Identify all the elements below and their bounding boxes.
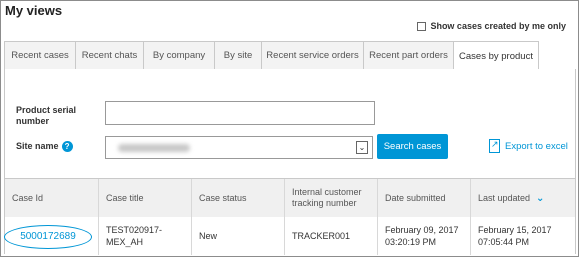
show-my-cases-toggle[interactable]: Show cases created by me only (417, 21, 566, 31)
cell-last-updated: February 15, 2017 07:05:44 PM (470, 217, 575, 255)
site-name-label: Site name? (16, 141, 73, 153)
column-header-case-title[interactable]: Case title (98, 179, 191, 217)
table-header: Case Id Case title Case status Internal … (5, 179, 575, 217)
cell-date-submitted: February 09, 2017 03:20:19 PM (377, 217, 470, 255)
cell-text: February 09, 2017 (385, 225, 459, 235)
view-tabs: Recent cases Recent chats By company By … (4, 41, 539, 71)
tab-recent-service-orders[interactable]: Recent service orders (261, 41, 364, 70)
my-views-widget: My views Show cases created by me only R… (0, 0, 579, 257)
serial-number-input[interactable] (105, 101, 375, 125)
chevron-down-icon[interactable]: ⌄ (536, 193, 544, 204)
cell-text: 07:05:44 PM (478, 237, 530, 247)
cell-text: New (199, 231, 218, 241)
cell-text: 03:20:19 PM (385, 237, 437, 247)
serial-label-line1: Product serial (16, 105, 77, 115)
tab-by-site[interactable]: By site (214, 41, 262, 70)
column-header-last-updated[interactable]: Last updated ⌄ (470, 179, 575, 217)
show-my-cases-checkbox[interactable] (417, 21, 427, 31)
cell-tracking-number: TRACKER001 (284, 217, 377, 255)
tab-recent-part-orders[interactable]: Recent part orders (363, 41, 454, 70)
help-icon[interactable]: ? (61, 141, 73, 153)
header-text: Case Id (12, 192, 44, 203)
tab-recent-cases[interactable]: Recent cases (4, 41, 76, 70)
cell-text: February 15, 2017 (478, 225, 552, 235)
column-header-date-submitted[interactable]: Date submitted (377, 179, 470, 217)
tab-cases-by-product[interactable]: Cases by product (453, 41, 539, 71)
cell-case-status: New (191, 217, 284, 255)
cases-table: Case Id Case title Case status Internal … (4, 178, 575, 255)
export-icon (489, 139, 500, 153)
cell-text: MEX_AH (106, 237, 144, 247)
tab-by-company[interactable]: By company (143, 41, 215, 70)
tab-recent-chats[interactable]: Recent chats (75, 41, 144, 70)
cell-case-id: 5000172689 (4, 217, 98, 255)
cell-case-title: TEST020917- MEX_AH (98, 217, 191, 255)
site-name-select[interactable]: ⌄ (105, 136, 373, 159)
export-to-excel-link[interactable]: Export to excel (489, 139, 568, 153)
cell-text: TRACKER001 (292, 231, 351, 241)
header-text: Date submitted (385, 192, 446, 203)
header-text: Case status (199, 192, 247, 203)
dropdown-arrow-icon[interactable]: ⌄ (356, 141, 368, 154)
export-label: Export to excel (505, 140, 568, 152)
column-header-case-status[interactable]: Case status (191, 179, 284, 217)
table-row: 5000172689 TEST020917- MEX_AH New TRACKE… (4, 217, 575, 255)
serial-label-line2: number (16, 116, 50, 126)
redacted-site-value (118, 144, 190, 152)
header-text: Last updated (478, 192, 531, 203)
show-my-cases-label: Show cases created by me only (430, 21, 566, 31)
page-title: My views (5, 3, 63, 18)
column-header-tracking-number[interactable]: Internal customer tracking number (284, 179, 377, 217)
header-text: Case title (106, 192, 144, 203)
serial-number-label: Product serial number (16, 105, 76, 127)
site-name-text: Site name (16, 141, 59, 151)
case-id-link[interactable]: 5000172689 (4, 225, 92, 249)
cell-text: TEST020917- (106, 225, 163, 235)
header-text: tracking number (292, 198, 357, 208)
header-text: Internal customer (292, 187, 362, 197)
search-cases-button[interactable]: Search cases (377, 134, 448, 159)
column-header-case-id[interactable]: Case Id (5, 179, 98, 217)
